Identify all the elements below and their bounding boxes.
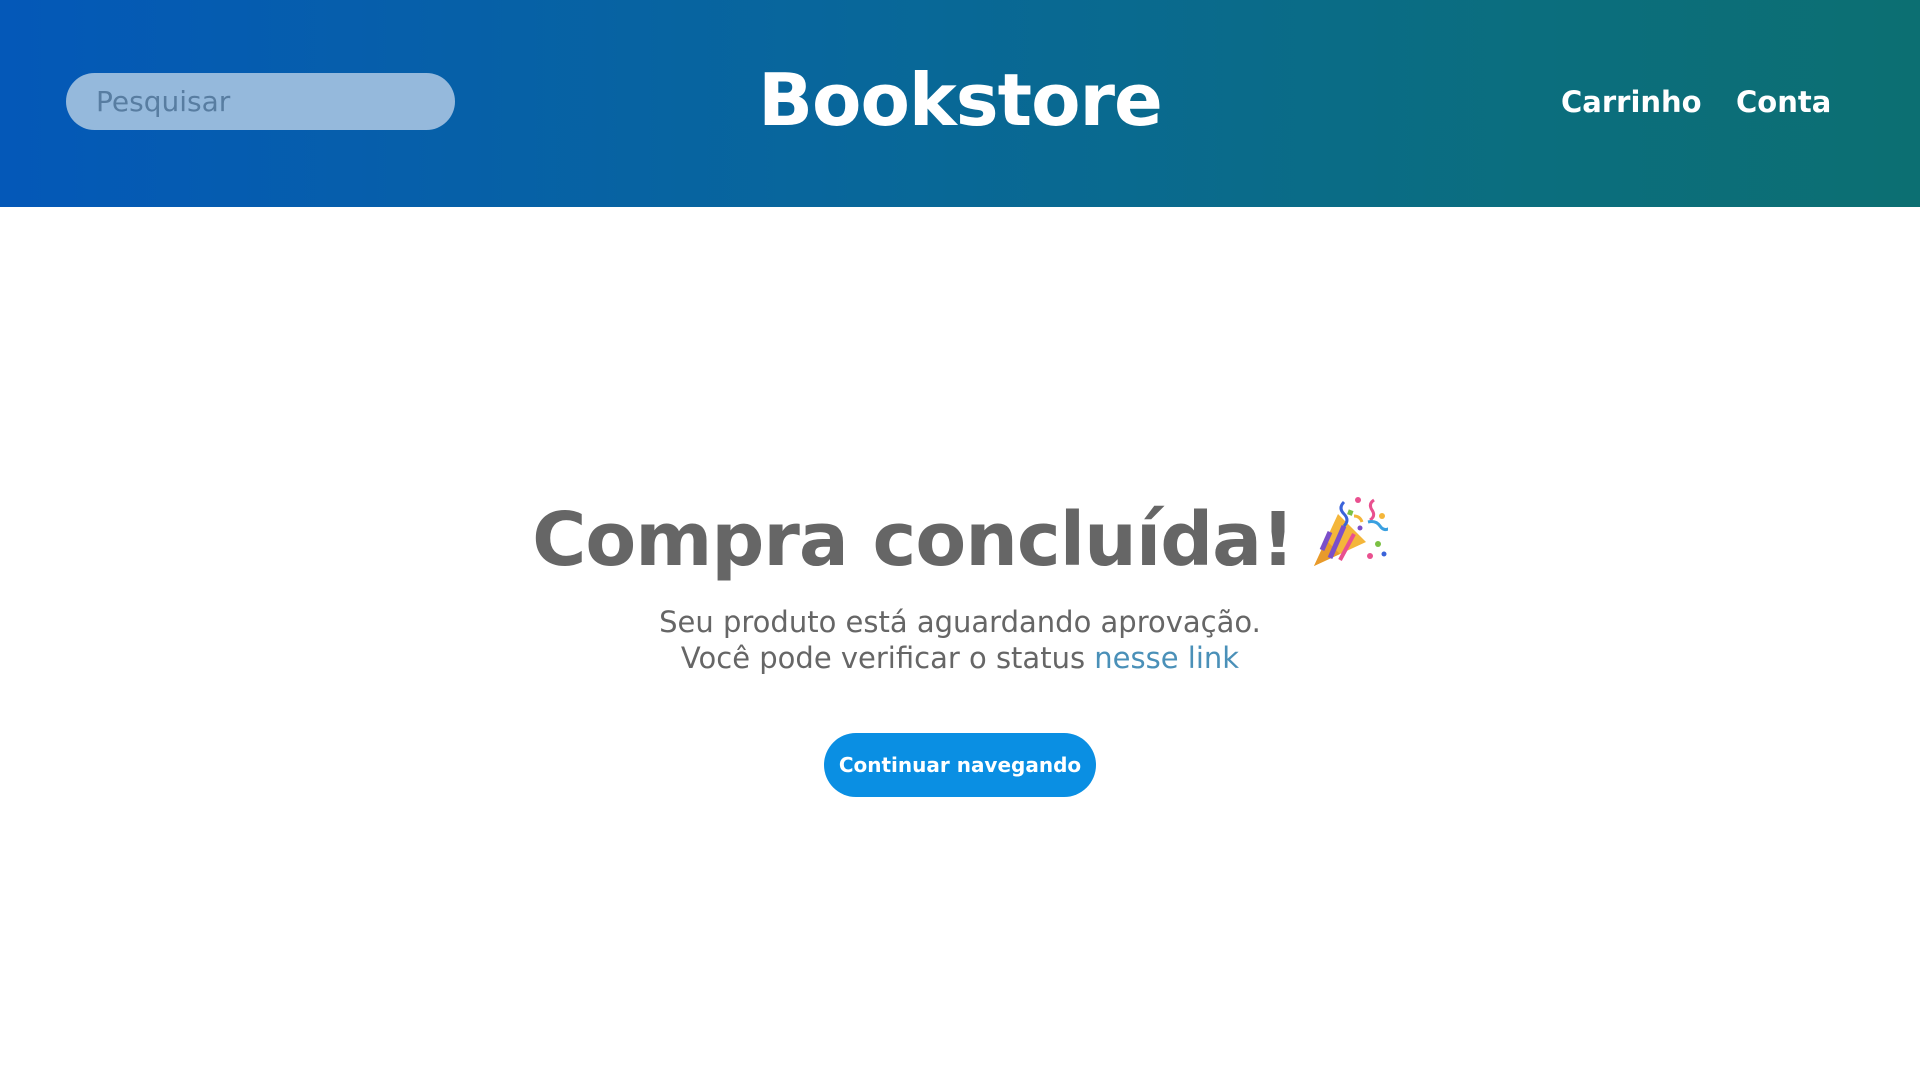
status-link[interactable]: nesse link — [1094, 641, 1239, 675]
page-title: Compra concluída! — [532, 497, 1295, 583]
confirmation-message: Seu produto está aguardando aprovação. V… — [0, 604, 1920, 676]
nav-account-link[interactable]: Conta — [1736, 80, 1831, 124]
status-line: Você pode verificar o status nesse link — [0, 640, 1920, 676]
nav-cart-link[interactable]: Carrinho — [1561, 80, 1702, 124]
continue-browsing-button[interactable]: Continuar navegando — [824, 733, 1096, 797]
top-header: Bookstore Carrinho Conta — [0, 0, 1920, 207]
party-popper-icon — [1308, 492, 1391, 572]
confirmation-heading-row: Compra concluída! — [0, 490, 1920, 590]
status-line-prefix: Você pode verificar o status — [680, 641, 1095, 675]
approval-status-text: Seu produto está aguardando aprovação. — [659, 605, 1261, 639]
